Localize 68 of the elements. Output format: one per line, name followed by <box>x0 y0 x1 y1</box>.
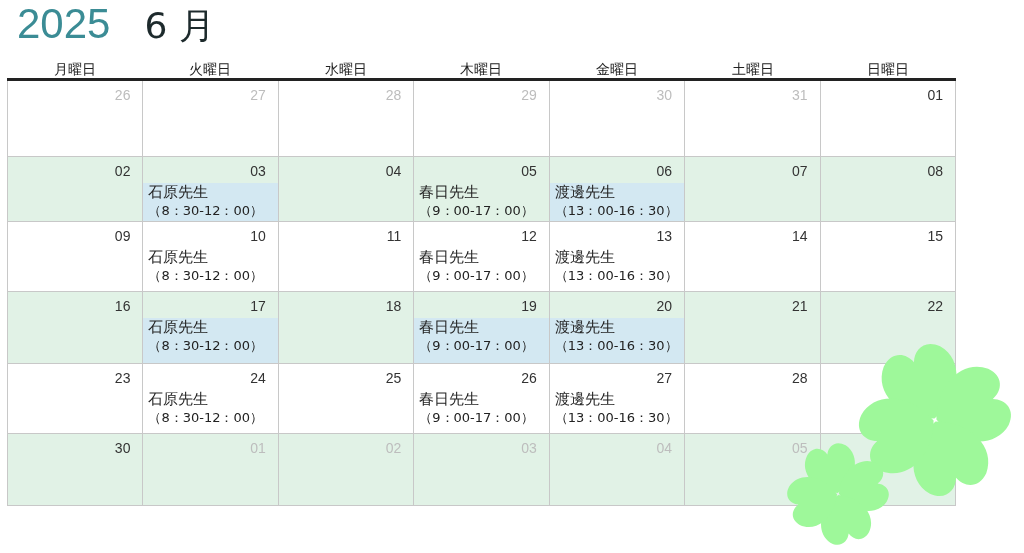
date-number: 11 <box>386 228 402 244</box>
date-number: 29 <box>521 87 537 103</box>
date-number: 19 <box>521 298 537 314</box>
weekday-header: 水曜日 <box>324 61 367 78</box>
event-name: 春日先生 <box>419 183 480 202</box>
event-time: （13：00-16：30） <box>554 267 678 284</box>
date-number: 18 <box>385 298 402 314</box>
date-number: 26 <box>114 87 131 103</box>
date-number: 24 <box>250 370 266 386</box>
date-number: 13 <box>656 228 673 244</box>
date-number: 20 <box>656 298 673 314</box>
date-number: 15 <box>927 228 943 244</box>
event-time: （9：00-17：00） <box>419 202 534 219</box>
weekday-header: 日曜日 <box>867 61 910 78</box>
date-number: 27 <box>250 87 266 103</box>
date-number: 23 <box>114 370 131 386</box>
event-name: 石原先生 <box>148 318 209 337</box>
date-number: 30 <box>114 440 131 456</box>
date-number: 07 <box>792 163 808 179</box>
event-time: （13：00-16：30） <box>554 337 678 354</box>
date-number: 14 <box>792 228 808 244</box>
date-number: 27 <box>656 370 673 386</box>
event-time: （9：00-17：00） <box>419 337 534 354</box>
event-time: （9：00-17：00） <box>419 409 534 426</box>
date-number: 30 <box>656 87 673 103</box>
weekday-header: 土曜日 <box>731 61 774 78</box>
event-time: （13：00-16：30） <box>554 202 678 219</box>
event-name: 渡邊先生 <box>554 318 615 337</box>
date-number: 03 <box>250 163 266 179</box>
event-name: 渡邊先生 <box>554 183 615 202</box>
date-number: 28 <box>385 87 402 103</box>
date-number: 28 <box>792 370 808 386</box>
event-name: 石原先生 <box>148 248 209 267</box>
date-number: 21 <box>792 298 808 314</box>
event-name: 石原先生 <box>148 183 209 202</box>
date-number: 06 <box>656 163 673 179</box>
weekday-header: 木曜日 <box>460 61 503 78</box>
month-title: 6 月 <box>144 4 215 48</box>
event-name: 石原先生 <box>148 390 209 409</box>
date-number: 08 <box>927 163 943 179</box>
weekday-header: 火曜日 <box>189 61 232 78</box>
event-time: （13：00-16：30） <box>554 409 678 426</box>
date-number: 02 <box>114 163 131 179</box>
event-name: 春日先生 <box>419 390 480 409</box>
event-time: （8：30-12：00） <box>148 409 263 426</box>
date-number: 01 <box>927 87 943 103</box>
event-name: 渡邊先生 <box>554 248 615 267</box>
event-time: （9：00-17：00） <box>419 267 534 284</box>
date-number: 25 <box>385 370 402 386</box>
date-number: 05 <box>521 163 537 179</box>
weekday-header: 月曜日 <box>53 61 96 78</box>
date-number: 26 <box>521 370 537 386</box>
event-name: 春日先生 <box>419 318 480 337</box>
date-number: 04 <box>385 163 402 179</box>
date-number: 17 <box>250 298 266 314</box>
date-number: 31 <box>792 87 808 103</box>
event-time: （8：30-12：00） <box>148 267 263 284</box>
event-time: （8：30-12：00） <box>148 202 263 219</box>
event-time: （8：30-12：00） <box>148 337 263 354</box>
date-number: 22 <box>927 298 943 314</box>
date-number: 10 <box>250 228 266 244</box>
date-number: 16 <box>114 298 131 314</box>
date-number: 12 <box>521 228 537 244</box>
date-number: 09 <box>114 228 131 244</box>
weekday-header: 金曜日 <box>596 61 639 78</box>
year-title: 2025 <box>17 2 111 46</box>
event-name: 渡邊先生 <box>554 390 615 409</box>
event-name: 春日先生 <box>419 248 480 267</box>
